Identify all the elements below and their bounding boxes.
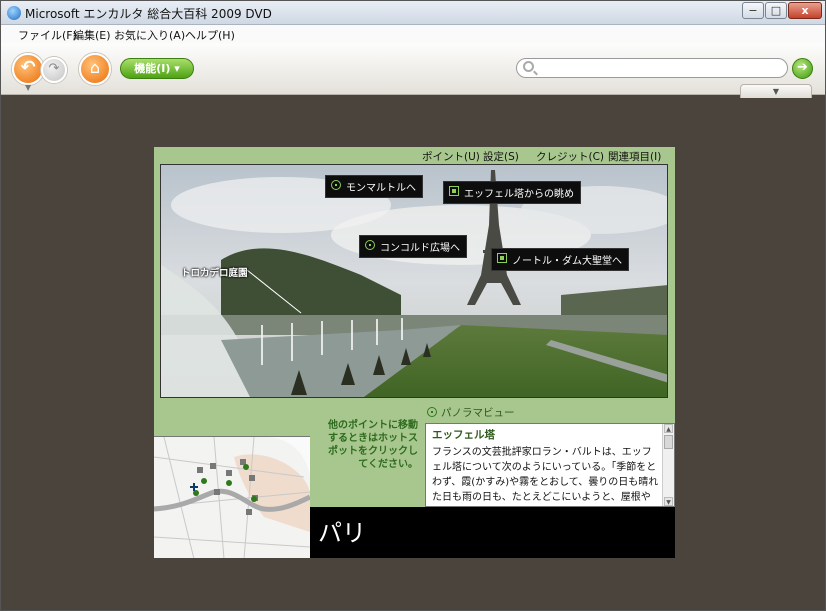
viewpoint-icon bbox=[449, 186, 459, 196]
go-button[interactable]: ➔ bbox=[792, 58, 813, 79]
home-button[interactable]: ⌂ bbox=[79, 53, 111, 85]
hotspot-label: ノートル・ダム大聖堂へ bbox=[512, 256, 622, 267]
menu-bar: ファイル(F) 編集(E) お気に入り(A) ヘルプ(H) bbox=[1, 25, 825, 43]
close-button[interactable]: x bbox=[788, 2, 822, 19]
minimize-button[interactable]: − bbox=[742, 2, 764, 19]
search-icon bbox=[523, 61, 534, 72]
paris-locator-map[interactable] bbox=[154, 436, 312, 558]
map-graphic bbox=[154, 436, 312, 558]
panorama-view[interactable]: モンマルトルへ エッフェル塔からの眺め コンコルド広場へ ノートル・ダム大聖堂へ… bbox=[160, 164, 668, 398]
trocadero-label: トロカデロ庭園 bbox=[181, 268, 248, 279]
hotspot-label: コンコルド広場へ bbox=[380, 243, 460, 254]
text-body: フランスの文芸批評家ロラン・バルトは、エッフェル塔について次のようにいっている。… bbox=[432, 447, 659, 503]
scroll-thumb[interactable] bbox=[664, 435, 673, 449]
hotspot-label: エッフェル塔からの眺め bbox=[464, 189, 574, 200]
panorama-image bbox=[161, 165, 667, 397]
subnav-related[interactable]: 関連項目(I) bbox=[608, 149, 661, 164]
app-window: Microsoft エンカルタ 総合大百科 2009 DVD − □ x ファイ… bbox=[0, 0, 826, 611]
menu-file[interactable]: ファイル(F) bbox=[18, 27, 77, 43]
encarta-app-icon bbox=[7, 6, 21, 20]
panorama-mode-label: パノラマビュー bbox=[427, 405, 515, 420]
media-article: ポイント(U) 設定(S) クレジット(C) 関連項目(I) モンマルトルへ エ… bbox=[154, 147, 675, 558]
subnav-credits[interactable]: クレジット(C) bbox=[536, 149, 604, 164]
search-input[interactable] bbox=[541, 61, 781, 75]
toolbar: ↶ ↷ ▼ ⌂ 機能(I) ▾ ➔ ▼ bbox=[1, 43, 825, 98]
panel-dropdown-tab[interactable]: ▼ bbox=[740, 84, 812, 98]
panorama-icon bbox=[427, 407, 437, 417]
forward-button[interactable]: ↷ bbox=[41, 57, 67, 83]
panorama-mode-text: パノラマビュー bbox=[441, 407, 515, 419]
scroll-down-icon[interactable]: ▼ bbox=[664, 497, 673, 506]
city-title-bar: パリ bbox=[310, 507, 675, 558]
features-button[interactable]: 機能(I) ▾ bbox=[120, 58, 194, 79]
history-dropdown-icon[interactable]: ▼ bbox=[25, 83, 31, 92]
scroll-up-icon[interactable]: ▲ bbox=[664, 424, 673, 433]
menu-favorites[interactable]: お気に入り(A) bbox=[114, 27, 185, 43]
subnav-points[interactable]: ポイント(U) bbox=[422, 149, 480, 164]
hotspot-eiffel-view[interactable]: エッフェル塔からの眺め bbox=[443, 181, 581, 204]
hotspot-concorde[interactable]: コンコルド広場へ bbox=[359, 235, 467, 258]
text-scrollbar[interactable]: ▲ ▼ bbox=[662, 424, 674, 506]
move-point-icon bbox=[365, 240, 375, 250]
menu-edit[interactable]: 編集(E) bbox=[73, 27, 111, 43]
back-button[interactable]: ↶ bbox=[12, 53, 44, 85]
hotspot-notre-dame[interactable]: ノートル・ダム大聖堂へ bbox=[491, 248, 629, 271]
text-heading: エッフェル塔 bbox=[432, 429, 495, 441]
hotspot-hint: 他のポイントに移動するときはホットスポットをクリックしてください。 bbox=[328, 420, 418, 470]
city-title: パリ bbox=[318, 519, 366, 547]
menu-help[interactable]: ヘルプ(H) bbox=[185, 27, 235, 43]
title-bar[interactable]: Microsoft エンカルタ 総合大百科 2009 DVD − □ x bbox=[1, 1, 825, 25]
hotspot-label: モンマルトルへ bbox=[346, 183, 416, 194]
hotspot-montmartre[interactable]: モンマルトルへ bbox=[325, 175, 423, 198]
viewpoint-icon bbox=[497, 253, 507, 263]
window-title: Microsoft エンカルタ 総合大百科 2009 DVD bbox=[25, 7, 272, 21]
article-text-panel[interactable]: エッフェル塔 フランスの文芸批評家ロラン・バルトは、エッフェル塔について次のよう… bbox=[425, 423, 675, 507]
search-box[interactable] bbox=[516, 58, 788, 78]
maximize-button[interactable]: □ bbox=[765, 2, 787, 19]
move-point-icon bbox=[331, 180, 341, 190]
subnav-settings[interactable]: 設定(S) bbox=[483, 149, 519, 164]
